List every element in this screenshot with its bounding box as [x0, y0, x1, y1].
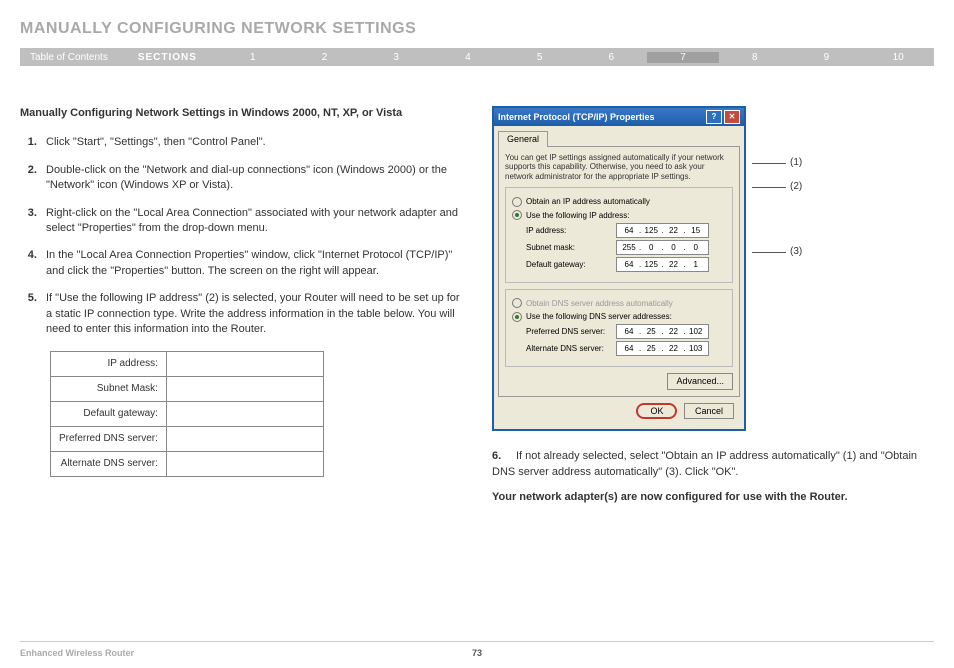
- gw-input[interactable]: 64.125.22.1: [616, 257, 709, 272]
- steps-list: Click "Start", "Settings", then "Control…: [20, 135, 462, 337]
- section-2[interactable]: 2: [289, 52, 361, 63]
- sub-heading: Manually Configuring Network Settings in…: [20, 106, 462, 121]
- ip-label: IP address:: [526, 225, 616, 236]
- sm-label: Subnet mask:: [526, 242, 616, 253]
- step-5: If "Use the following IP address" (2) is…: [40, 291, 462, 337]
- callout-2: (2): [790, 180, 802, 194]
- row-ip-value: [166, 352, 323, 377]
- callouts: (1) (2) (3): [752, 106, 802, 259]
- gw-label: Default gateway:: [526, 259, 616, 270]
- row-gw-label: Default gateway:: [51, 402, 167, 427]
- row-ad-label: Alternate DNS server:: [51, 452, 167, 477]
- ad-label: Alternate DNS server:: [526, 343, 616, 354]
- row-pd-value: [166, 427, 323, 452]
- ip-input[interactable]: 64.125.22.15: [616, 223, 709, 238]
- section-5[interactable]: 5: [504, 52, 576, 63]
- radio-use-dns[interactable]: [512, 312, 522, 322]
- step-6: 6.If not already selected, select "Obtai…: [492, 449, 934, 480]
- section-9[interactable]: 9: [791, 52, 863, 63]
- advanced-button[interactable]: Advanced...: [667, 373, 733, 390]
- step-4: In the "Local Area Connection Properties…: [40, 248, 462, 279]
- section-1[interactable]: 1: [217, 52, 289, 63]
- page-number: 73: [472, 648, 482, 658]
- label-use-dns: Use the following DNS server addresses:: [526, 311, 672, 322]
- row-sm-value: [166, 377, 323, 402]
- help-icon[interactable]: ?: [706, 110, 722, 124]
- address-table: IP address: Subnet Mask: Default gateway…: [50, 351, 324, 477]
- product-name: Enhanced Wireless Router: [20, 648, 134, 658]
- section-10[interactable]: 10: [862, 52, 934, 63]
- label-auto-dns: Obtain DNS server address automatically: [526, 298, 673, 309]
- radio-auto-ip[interactable]: [512, 197, 522, 207]
- close-icon[interactable]: ✕: [724, 110, 740, 124]
- dialog-title: Internet Protocol (TCP/IP) Properties: [498, 111, 655, 124]
- sections-bar: Table of Contents SECTIONS 1 2 3 4 5 6 7…: [20, 48, 934, 66]
- radio-auto-dns: [512, 298, 522, 308]
- row-pd-label: Preferred DNS server:: [51, 427, 167, 452]
- pd-input[interactable]: 64.25.22.102: [616, 324, 709, 339]
- section-4[interactable]: 4: [432, 52, 504, 63]
- row-sm-label: Subnet Mask:: [51, 377, 167, 402]
- callout-3: (3): [790, 245, 802, 259]
- step-3: Right-click on the "Local Area Connectio…: [40, 206, 462, 237]
- toc-label[interactable]: Table of Contents: [20, 52, 118, 63]
- section-7[interactable]: 7: [647, 52, 719, 63]
- cancel-button[interactable]: Cancel: [684, 403, 734, 420]
- step-1: Click "Start", "Settings", then "Control…: [40, 135, 462, 150]
- dialog-desc: You can get IP settings assigned automat…: [505, 153, 733, 182]
- ok-button[interactable]: OK: [636, 403, 677, 420]
- section-3[interactable]: 3: [360, 52, 432, 63]
- tcpip-dialog: Internet Protocol (TCP/IP) Properties ? …: [492, 106, 746, 431]
- label-auto-ip: Obtain an IP address automatically: [526, 196, 650, 207]
- row-ip-label: IP address:: [51, 352, 167, 377]
- radio-use-ip[interactable]: [512, 210, 522, 220]
- section-8[interactable]: 8: [719, 52, 791, 63]
- sm-input[interactable]: 255.0.0.0: [616, 240, 709, 255]
- page-title: MANUALLY CONFIGURING NETWORK SETTINGS: [20, 20, 934, 38]
- label-use-ip: Use the following IP address:: [526, 210, 629, 221]
- footer: Enhanced Wireless Router 73: [20, 641, 934, 658]
- ad-input[interactable]: 64.25.22.103: [616, 341, 709, 356]
- pd-label: Preferred DNS server:: [526, 326, 616, 337]
- final-note: Your network adapter(s) are now configur…: [492, 490, 934, 505]
- dialog-titlebar: Internet Protocol (TCP/IP) Properties ? …: [494, 108, 744, 126]
- tab-general[interactable]: General: [498, 131, 548, 147]
- section-6[interactable]: 6: [575, 52, 647, 63]
- callout-1: (1): [790, 156, 802, 170]
- step-2: Double-click on the "Network and dial-up…: [40, 163, 462, 194]
- sections-label: SECTIONS: [118, 52, 217, 63]
- row-gw-value: [166, 402, 323, 427]
- row-ad-value: [166, 452, 323, 477]
